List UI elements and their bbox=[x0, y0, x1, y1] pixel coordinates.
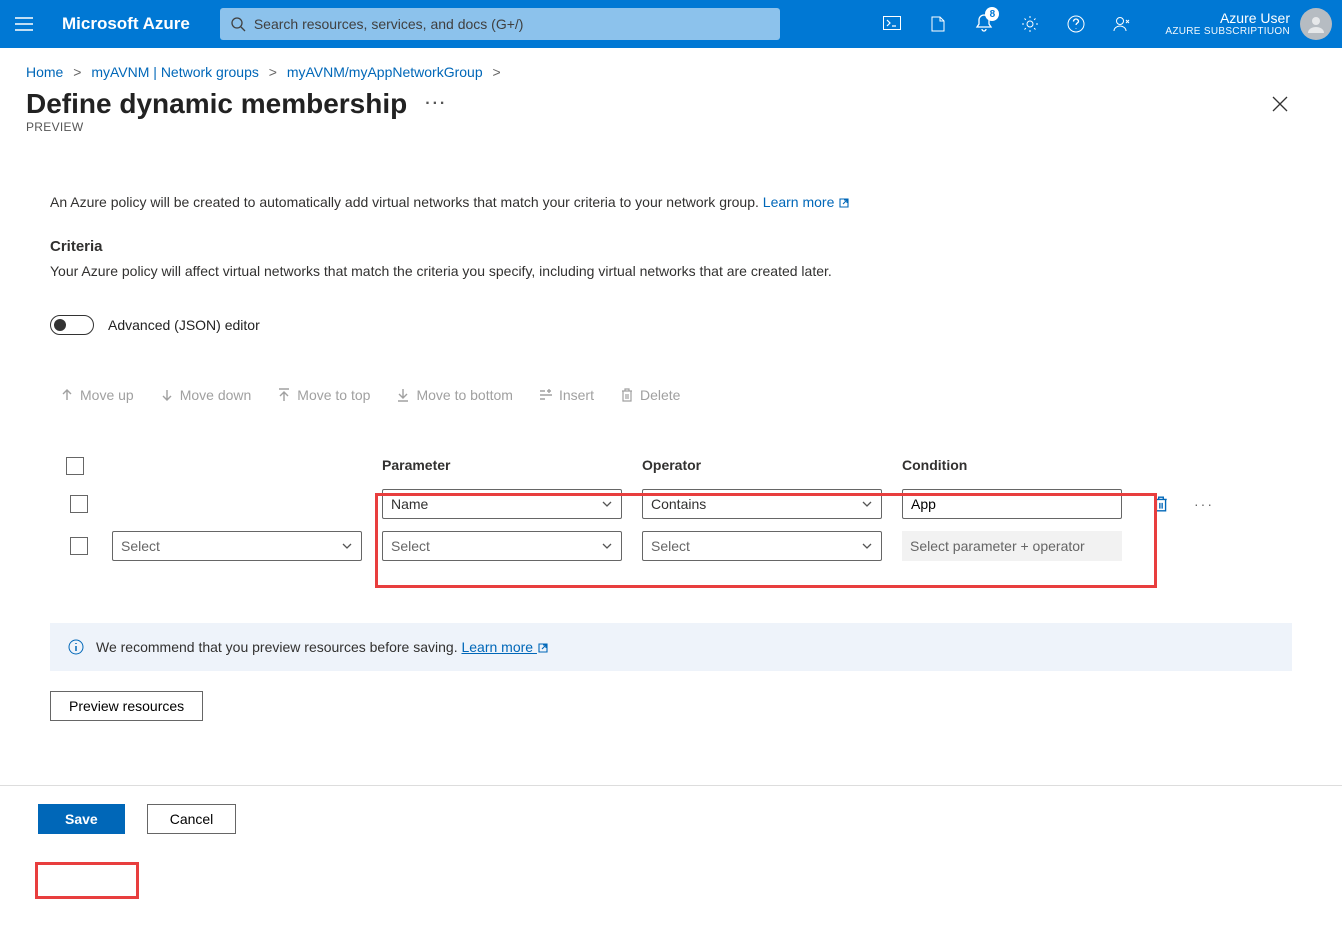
user-name: Azure User bbox=[1165, 10, 1290, 27]
page-title: Define dynamic membership bbox=[26, 88, 407, 120]
help-icon[interactable] bbox=[1053, 0, 1099, 48]
col-condition: Condition bbox=[898, 449, 1138, 483]
row-checkbox[interactable] bbox=[70, 537, 88, 555]
chevron-down-icon bbox=[861, 498, 873, 510]
insert-icon bbox=[539, 388, 553, 402]
intro-text: An Azure policy will be created to autom… bbox=[50, 194, 1292, 210]
breadcrumb: Home > myAVNM | Network groups > myAVNM/… bbox=[0, 48, 1342, 86]
parameter-dropdown[interactable]: Select bbox=[382, 531, 622, 561]
crumb-group[interactable]: myAVNM/myAppNetworkGroup bbox=[287, 64, 483, 80]
feedback-icon[interactable] bbox=[1099, 0, 1145, 48]
select-all-checkbox[interactable] bbox=[66, 457, 84, 475]
criteria-heading: Criteria bbox=[50, 238, 1292, 255]
parameter-dropdown[interactable]: Name bbox=[382, 489, 622, 519]
arrow-up-icon bbox=[60, 388, 74, 402]
criteria-sub: Your Azure policy will affect virtual ne… bbox=[50, 263, 1292, 279]
andor-dropdown[interactable]: Select bbox=[112, 531, 362, 561]
col-parameter: Parameter bbox=[378, 449, 638, 483]
operator-dropdown[interactable]: Select bbox=[642, 531, 882, 561]
close-icon[interactable] bbox=[1264, 88, 1296, 120]
move-up-button[interactable]: Move up bbox=[60, 387, 134, 403]
arrow-bottom-icon bbox=[396, 388, 410, 402]
condition-disabled: Select parameter + operator bbox=[902, 531, 1122, 561]
move-down-button[interactable]: Move down bbox=[160, 387, 252, 403]
chevron-down-icon bbox=[861, 540, 873, 552]
move-top-button[interactable]: Move to top bbox=[277, 387, 370, 403]
arrow-down-icon bbox=[160, 388, 174, 402]
move-bottom-button[interactable]: Move to bottom bbox=[396, 387, 513, 403]
row-delete-icon[interactable] bbox=[1138, 490, 1184, 518]
preview-resources-button[interactable]: Preview resources bbox=[50, 691, 203, 721]
settings-icon[interactable] bbox=[1007, 0, 1053, 48]
chevron-down-icon bbox=[601, 540, 613, 552]
json-editor-toggle[interactable] bbox=[50, 315, 94, 335]
global-search[interactable] bbox=[220, 8, 780, 40]
title-more-icon[interactable]: ··· bbox=[425, 95, 447, 113]
trash-icon bbox=[620, 388, 634, 402]
insert-button[interactable]: Insert bbox=[539, 387, 594, 403]
condition-input[interactable] bbox=[902, 489, 1122, 519]
info-learn-more-link[interactable]: Learn more bbox=[461, 639, 548, 655]
preview-tag: PREVIEW bbox=[0, 120, 1342, 134]
brand-label: Microsoft Azure bbox=[48, 14, 220, 34]
col-operator: Operator bbox=[638, 449, 898, 483]
highlight-overlay bbox=[35, 862, 139, 899]
notification-badge: 8 bbox=[985, 7, 999, 21]
avatar[interactable] bbox=[1300, 8, 1332, 40]
arrow-top-icon bbox=[277, 388, 291, 402]
row-more-icon[interactable]: ··· bbox=[1184, 490, 1224, 518]
notifications-icon[interactable]: 8 bbox=[961, 0, 1007, 48]
crumb-home[interactable]: Home bbox=[26, 64, 63, 80]
chevron-down-icon bbox=[341, 540, 353, 552]
chevron-down-icon bbox=[601, 498, 613, 510]
cloud-shell-icon[interactable] bbox=[869, 0, 915, 48]
save-button[interactable]: Save bbox=[38, 804, 125, 834]
search-icon bbox=[230, 16, 246, 32]
user-block[interactable]: Azure User AZURE SUBSCRIPTIUON bbox=[1145, 10, 1300, 39]
json-editor-label: Advanced (JSON) editor bbox=[108, 317, 260, 333]
delete-button[interactable]: Delete bbox=[620, 387, 680, 403]
info-icon bbox=[68, 639, 84, 655]
info-banner: We recommend that you preview resources … bbox=[50, 623, 1292, 671]
hamburger-menu[interactable] bbox=[0, 0, 48, 48]
directories-icon[interactable] bbox=[915, 0, 961, 48]
crumb-network-groups[interactable]: myAVNM | Network groups bbox=[91, 64, 259, 80]
learn-more-link[interactable]: Learn more bbox=[763, 194, 850, 210]
row-checkbox[interactable] bbox=[70, 495, 88, 513]
user-subscription: AZURE SUBSCRIPTIUON bbox=[1165, 26, 1290, 38]
cancel-button[interactable]: Cancel bbox=[147, 804, 237, 834]
search-input[interactable] bbox=[254, 16, 770, 32]
operator-dropdown[interactable]: Contains bbox=[642, 489, 882, 519]
